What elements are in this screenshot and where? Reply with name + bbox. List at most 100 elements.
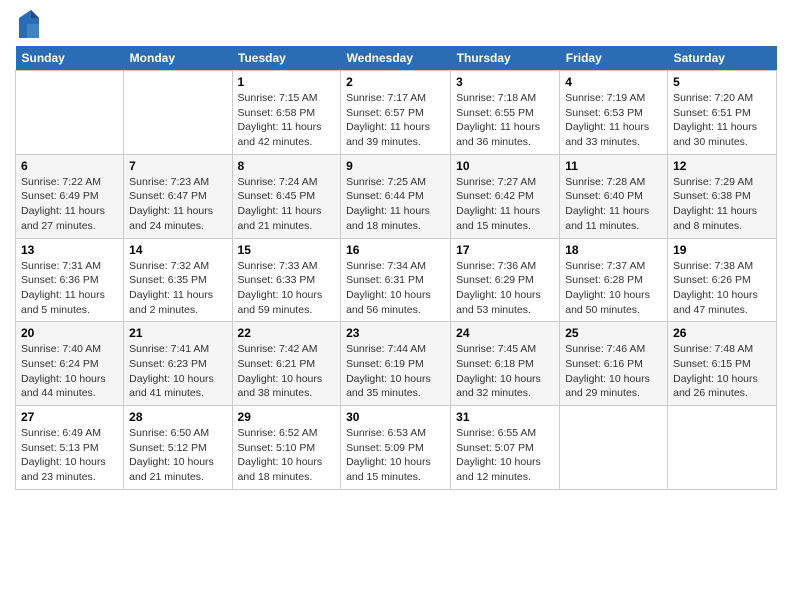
day-info: Sunrise: 7:19 AM Sunset: 6:53 PM Dayligh… — [565, 91, 662, 150]
day-header-thursday: Thursday — [451, 46, 560, 71]
day-info: Sunrise: 7:48 AM Sunset: 6:15 PM Dayligh… — [673, 342, 771, 401]
calendar-cell: 26 Sunrise: 7:48 AM Sunset: 6:15 PM Dayli… — [668, 322, 777, 406]
day-number: 25 — [565, 326, 662, 340]
day-info: Sunrise: 7:33 AM Sunset: 6:33 PM Dayligh… — [238, 259, 336, 318]
day-info: Sunrise: 6:49 AM Sunset: 5:13 PM Dayligh… — [21, 426, 118, 485]
calendar-cell: 31 Sunrise: 6:55 AM Sunset: 5:07 PM Dayli… — [451, 406, 560, 490]
day-info: Sunrise: 7:32 AM Sunset: 6:35 PM Dayligh… — [129, 259, 226, 318]
calendar-cell: 9 Sunrise: 7:25 AM Sunset: 6:44 PM Daylig… — [341, 154, 451, 238]
calendar-cell: 19Sunrise: 7:38 AM Sunset: 6:26 PM Dayli… — [668, 238, 777, 322]
calendar-cell: 28 Sunrise: 6:50 AM Sunset: 5:12 PM Dayli… — [124, 406, 232, 490]
day-info: Sunrise: 6:50 AM Sunset: 5:12 PM Dayligh… — [129, 426, 226, 485]
calendar-week-4: 20Sunrise: 7:40 AM Sunset: 6:24 PM Dayli… — [16, 322, 777, 406]
day-number: 2 — [346, 75, 445, 89]
calendar-cell: 22 Sunrise: 7:42 AM Sunset: 6:21 PM Dayli… — [232, 322, 341, 406]
day-info: Sunrise: 7:41 AM Sunset: 6:23 PM Dayligh… — [129, 342, 226, 401]
day-number: 9 — [346, 159, 445, 173]
calendar-cell: 14 Sunrise: 7:32 AM Sunset: 6:35 PM Dayli… — [124, 238, 232, 322]
calendar-cell: 13 Sunrise: 7:31 AM Sunset: 6:36 PM Dayli… — [16, 238, 124, 322]
day-number: 1 — [238, 75, 336, 89]
day-info: Sunrise: 7:42 AM Sunset: 6:21 PM Dayligh… — [238, 342, 336, 401]
day-number: 30 — [346, 410, 445, 424]
logo — [15, 10, 39, 38]
calendar-cell: 4 Sunrise: 7:19 AM Sunset: 6:53 PM Daylig… — [560, 71, 668, 155]
calendar-cell — [124, 71, 232, 155]
calendar-cell: 27 Sunrise: 6:49 AM Sunset: 5:13 PM Dayli… — [16, 406, 124, 490]
day-info: Sunrise: 7:22 AM Sunset: 6:49 PM Dayligh… — [21, 175, 118, 234]
day-info: Sunrise: 7:23 AM Sunset: 6:47 PM Dayligh… — [129, 175, 226, 234]
calendar-cell: 15 Sunrise: 7:33 AM Sunset: 6:33 PM Dayli… — [232, 238, 341, 322]
calendar-cell: 10 Sunrise: 7:27 AM Sunset: 6:42 PM Dayli… — [451, 154, 560, 238]
day-number: 5 — [673, 75, 771, 89]
day-info: Sunrise: 7:20 AM Sunset: 6:51 PM Dayligh… — [673, 91, 771, 150]
calendar-week-1: 1 Sunrise: 7:15 AM Sunset: 6:58 PM Daylig… — [16, 71, 777, 155]
day-info: Sunrise: 7:27 AM Sunset: 6:42 PM Dayligh… — [456, 175, 554, 234]
calendar-cell: 6Sunrise: 7:22 AM Sunset: 6:49 PM Daylig… — [16, 154, 124, 238]
calendar-cell: 21 Sunrise: 7:41 AM Sunset: 6:23 PM Dayli… — [124, 322, 232, 406]
calendar-week-2: 6Sunrise: 7:22 AM Sunset: 6:49 PM Daylig… — [16, 154, 777, 238]
calendar-week-5: 27 Sunrise: 6:49 AM Sunset: 5:13 PM Dayli… — [16, 406, 777, 490]
day-info: Sunrise: 7:24 AM Sunset: 6:45 PM Dayligh… — [238, 175, 336, 234]
day-info: Sunrise: 6:52 AM Sunset: 5:10 PM Dayligh… — [238, 426, 336, 485]
calendar-table: SundayMondayTuesdayWednesdayThursdayFrid… — [15, 46, 777, 490]
day-header-wednesday: Wednesday — [341, 46, 451, 71]
day-number: 17 — [456, 243, 554, 257]
calendar-cell: 17 Sunrise: 7:36 AM Sunset: 6:29 PM Dayli… — [451, 238, 560, 322]
day-info: Sunrise: 7:40 AM Sunset: 6:24 PM Dayligh… — [21, 342, 118, 401]
day-header-monday: Monday — [124, 46, 232, 71]
day-header-saturday: Saturday — [668, 46, 777, 71]
calendar-cell: 11 Sunrise: 7:28 AM Sunset: 6:40 PM Dayli… — [560, 154, 668, 238]
day-number: 24 — [456, 326, 554, 340]
day-info: Sunrise: 7:15 AM Sunset: 6:58 PM Dayligh… — [238, 91, 336, 150]
day-number: 26 — [673, 326, 771, 340]
day-number: 13 — [21, 243, 118, 257]
calendar-cell: 24 Sunrise: 7:45 AM Sunset: 6:18 PM Dayli… — [451, 322, 560, 406]
calendar-cell: 2 Sunrise: 7:17 AM Sunset: 6:57 PM Daylig… — [341, 71, 451, 155]
day-number: 22 — [238, 326, 336, 340]
day-info: Sunrise: 6:53 AM Sunset: 5:09 PM Dayligh… — [346, 426, 445, 485]
day-number: 27 — [21, 410, 118, 424]
day-number: 21 — [129, 326, 226, 340]
day-header-friday: Friday — [560, 46, 668, 71]
calendar-cell: 12 Sunrise: 7:29 AM Sunset: 6:38 PM Dayli… — [668, 154, 777, 238]
day-number: 11 — [565, 159, 662, 173]
day-number: 12 — [673, 159, 771, 173]
logo-icon — [19, 10, 39, 38]
calendar-cell: 7 Sunrise: 7:23 AM Sunset: 6:47 PM Daylig… — [124, 154, 232, 238]
day-info: Sunrise: 7:45 AM Sunset: 6:18 PM Dayligh… — [456, 342, 554, 401]
day-number: 8 — [238, 159, 336, 173]
calendar-cell: 16Sunrise: 7:34 AM Sunset: 6:31 PM Dayli… — [341, 238, 451, 322]
day-info: Sunrise: 6:55 AM Sunset: 5:07 PM Dayligh… — [456, 426, 554, 485]
day-info: Sunrise: 7:17 AM Sunset: 6:57 PM Dayligh… — [346, 91, 445, 150]
day-info: Sunrise: 7:31 AM Sunset: 6:36 PM Dayligh… — [21, 259, 118, 318]
calendar-cell — [668, 406, 777, 490]
day-info: Sunrise: 7:37 AM Sunset: 6:28 PM Dayligh… — [565, 259, 662, 318]
calendar-cell: 20Sunrise: 7:40 AM Sunset: 6:24 PM Dayli… — [16, 322, 124, 406]
day-info: Sunrise: 7:36 AM Sunset: 6:29 PM Dayligh… — [456, 259, 554, 318]
day-number: 28 — [129, 410, 226, 424]
calendar-cell: 29Sunrise: 6:52 AM Sunset: 5:10 PM Dayli… — [232, 406, 341, 490]
day-info: Sunrise: 7:29 AM Sunset: 6:38 PM Dayligh… — [673, 175, 771, 234]
day-number: 7 — [129, 159, 226, 173]
day-number: 15 — [238, 243, 336, 257]
calendar-cell: 18 Sunrise: 7:37 AM Sunset: 6:28 PM Dayli… — [560, 238, 668, 322]
day-number: 3 — [456, 75, 554, 89]
day-number: 18 — [565, 243, 662, 257]
calendar-week-3: 13 Sunrise: 7:31 AM Sunset: 6:36 PM Dayli… — [16, 238, 777, 322]
day-number: 31 — [456, 410, 554, 424]
day-number: 14 — [129, 243, 226, 257]
day-info: Sunrise: 7:18 AM Sunset: 6:55 PM Dayligh… — [456, 91, 554, 150]
day-info: Sunrise: 7:28 AM Sunset: 6:40 PM Dayligh… — [565, 175, 662, 234]
calendar-cell: 8 Sunrise: 7:24 AM Sunset: 6:45 PM Daylig… — [232, 154, 341, 238]
day-header-tuesday: Tuesday — [232, 46, 341, 71]
day-number: 4 — [565, 75, 662, 89]
day-info: Sunrise: 7:46 AM Sunset: 6:16 PM Dayligh… — [565, 342, 662, 401]
calendar-cell: 23Sunrise: 7:44 AM Sunset: 6:19 PM Dayli… — [341, 322, 451, 406]
calendar-cell: 3 Sunrise: 7:18 AM Sunset: 6:55 PM Daylig… — [451, 71, 560, 155]
day-info: Sunrise: 7:44 AM Sunset: 6:19 PM Dayligh… — [346, 342, 445, 401]
calendar-cell — [560, 406, 668, 490]
day-info: Sunrise: 7:25 AM Sunset: 6:44 PM Dayligh… — [346, 175, 445, 234]
day-number: 16 — [346, 243, 445, 257]
calendar-cell: 1 Sunrise: 7:15 AM Sunset: 6:58 PM Daylig… — [232, 71, 341, 155]
day-number: 10 — [456, 159, 554, 173]
